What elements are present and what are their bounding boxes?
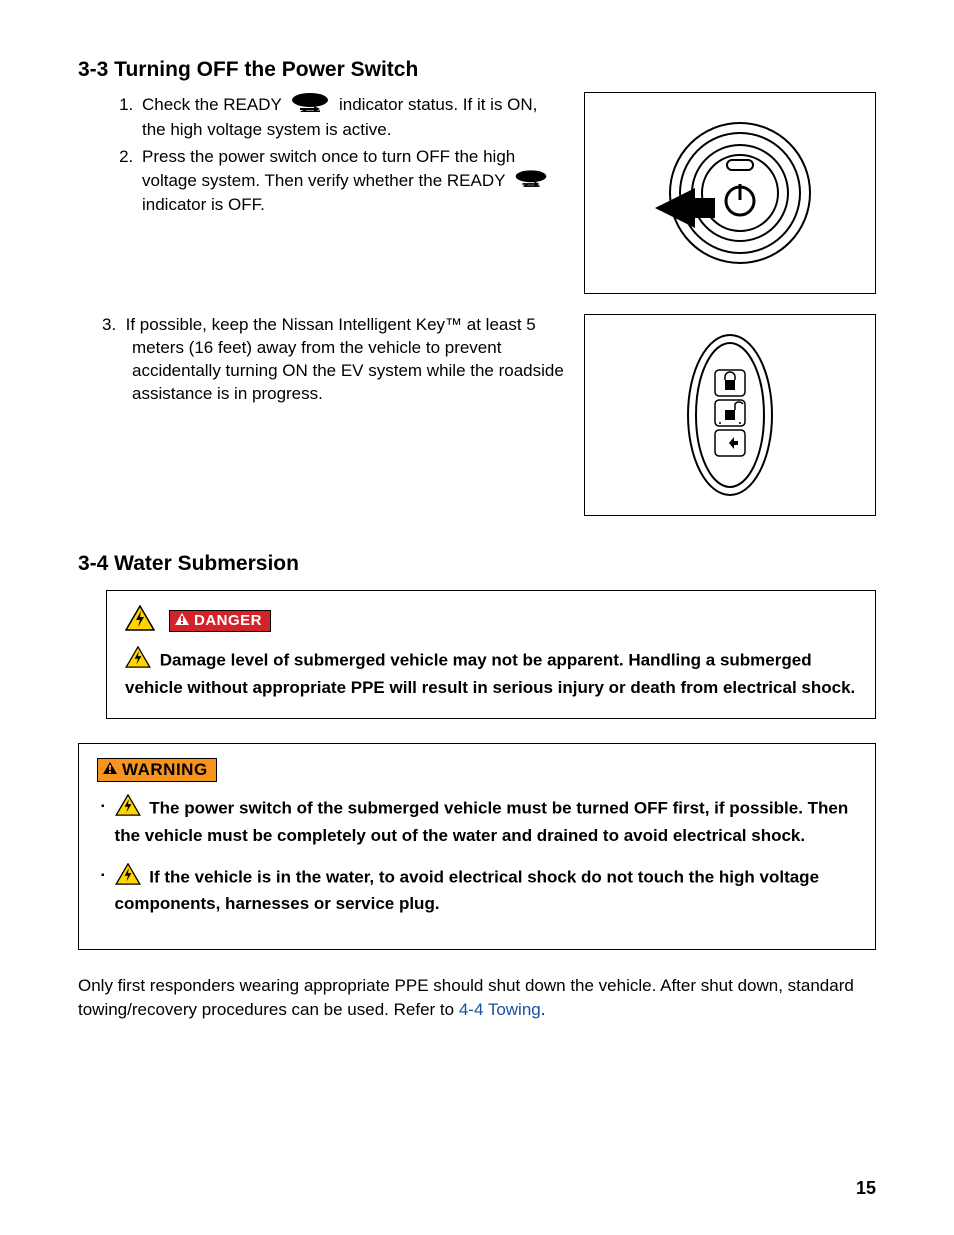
body-paragraph: Only first responders wearing appropriat… bbox=[78, 974, 876, 1023]
ready-indicator-icon bbox=[290, 92, 330, 119]
danger-callout: DANGER Damage level of submerged vehicle… bbox=[106, 590, 876, 719]
step-3-text: 3. If possible, keep the Nissan Intellig… bbox=[78, 314, 564, 410]
electric-hazard-icon bbox=[125, 605, 155, 636]
step1-part-a: Check the READY bbox=[142, 95, 282, 114]
warning-label-text: WARNING bbox=[122, 760, 208, 780]
row-steps-1-2: Check the READY indicator status. If it … bbox=[78, 92, 876, 294]
warning-list: The power switch of the submerged vehicl… bbox=[97, 794, 857, 917]
heading-3-3: 3-3 Turning OFF the Power Switch bbox=[78, 58, 876, 82]
warning-tag: WARNING bbox=[97, 758, 217, 782]
ordered-steps: Check the READY indicator status. If it … bbox=[138, 92, 564, 217]
body-b: . bbox=[541, 1000, 546, 1019]
warning-item-2: If the vehicle is in the water, to avoid… bbox=[97, 863, 857, 917]
warning-callout: WARNING The power switch of the submerge… bbox=[78, 743, 876, 950]
page: 3-3 Turning OFF the Power Switch Check t… bbox=[0, 0, 954, 1235]
warning-triangle-icon bbox=[102, 760, 118, 780]
ready-indicator-icon bbox=[514, 169, 548, 194]
heading-3-4: 3-4 Water Submersion bbox=[78, 552, 876, 576]
ordered-step-3: 3. If possible, keep the Nissan Intellig… bbox=[128, 314, 564, 406]
danger-text: Damage level of submerged vehicle may no… bbox=[125, 650, 855, 696]
danger-tag: DANGER bbox=[169, 610, 271, 632]
warning-item-2-text: If the vehicle is in the water, to avoid… bbox=[115, 867, 819, 913]
warning-item-1: The power switch of the submerged vehicl… bbox=[97, 794, 857, 848]
warning-headline: WARNING bbox=[97, 758, 857, 782]
page-number: 15 bbox=[856, 1178, 876, 1199]
danger-body: Damage level of submerged vehicle may no… bbox=[125, 646, 857, 700]
warning-triangle-icon bbox=[174, 612, 190, 630]
step3-number: 3. bbox=[102, 315, 116, 334]
electric-hazard-icon bbox=[115, 794, 141, 824]
xref-4-4-towing[interactable]: 4-4 Towing bbox=[459, 1000, 541, 1019]
step2-part-b: indicator is OFF. bbox=[142, 195, 265, 214]
power-button-icon bbox=[640, 108, 820, 278]
figure-power-button bbox=[584, 92, 876, 294]
steps-1-2-text: Check the READY indicator status. If it … bbox=[78, 92, 564, 221]
warning-item-1-text: The power switch of the submerged vehicl… bbox=[115, 799, 849, 845]
key-fob-icon bbox=[670, 325, 790, 505]
step-1: Check the READY indicator status. If it … bbox=[138, 92, 564, 142]
electric-hazard-icon bbox=[125, 646, 151, 676]
figure-intelligent-key bbox=[584, 314, 876, 516]
step-3: 3. If possible, keep the Nissan Intellig… bbox=[128, 314, 564, 406]
row-step-3: 3. If possible, keep the Nissan Intellig… bbox=[78, 314, 876, 516]
step-2: Press the power switch once to turn OFF … bbox=[138, 146, 564, 217]
electric-hazard-icon bbox=[115, 863, 141, 893]
danger-headline: DANGER bbox=[125, 605, 857, 636]
step3-body: If possible, keep the Nissan Intelligent… bbox=[126, 315, 564, 403]
step2-part-a: Press the power switch once to turn OFF … bbox=[142, 147, 515, 190]
danger-label-text: DANGER bbox=[194, 612, 262, 629]
